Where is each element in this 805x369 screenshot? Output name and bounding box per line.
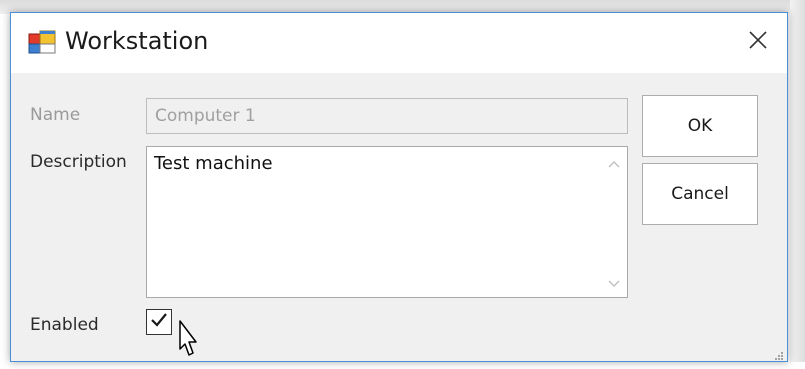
- description-text: Test machine: [154, 153, 273, 174]
- workstation-dialog: Workstation Name Computer 1 Description …: [10, 12, 788, 362]
- checkmark-icon: [150, 312, 168, 332]
- title-bar[interactable]: Workstation: [11, 13, 787, 73]
- enabled-label: Enabled: [30, 315, 99, 335]
- scroll-up-button[interactable]: [601, 149, 627, 175]
- mouse-pointer-icon: [169, 319, 201, 365]
- resize-grip-icon[interactable]: [772, 346, 784, 360]
- chevron-down-icon: [608, 273, 620, 292]
- description-textarea[interactable]: Test machine: [146, 146, 628, 298]
- name-field: Computer 1: [146, 98, 628, 134]
- scroll-down-button[interactable]: [601, 269, 627, 295]
- description-label: Description: [30, 152, 127, 172]
- name-label: Name: [30, 105, 81, 125]
- cancel-button[interactable]: Cancel: [642, 163, 758, 225]
- close-icon: [748, 30, 768, 54]
- description-scrollbar[interactable]: [601, 147, 627, 297]
- chevron-up-icon: [608, 153, 620, 172]
- ok-button[interactable]: OK: [642, 95, 758, 157]
- window-title: Workstation: [65, 27, 209, 55]
- close-button[interactable]: [729, 13, 787, 71]
- app-window-icon: [28, 30, 58, 54]
- background-strip-right: [790, 0, 805, 362]
